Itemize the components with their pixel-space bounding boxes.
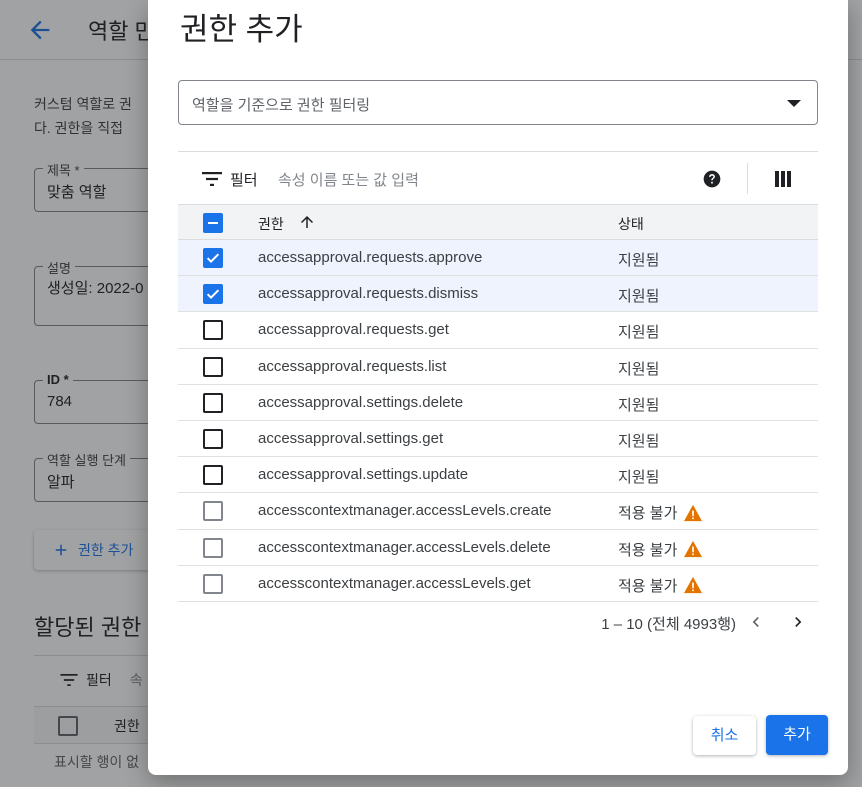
table-row[interactable]: accessapproval.requests.approve 지원됨 <box>178 240 818 277</box>
permission-name: accesscontextmanager.accessLevels.delete <box>258 538 551 556</box>
row-checkbox[interactable] <box>203 248 223 268</box>
status-text: 지원됨 <box>618 288 660 306</box>
row-checkbox[interactable] <box>203 428 223 449</box>
row-checkbox[interactable] <box>203 392 223 413</box>
column-status[interactable]: 상태 <box>618 214 644 234</box>
table-row[interactable]: accesscontextmanager.accessLevels.create… <box>178 493 818 530</box>
status-cell: 지원됨 <box>618 394 659 415</box>
status-cell: 적용 불가 <box>618 575 703 596</box>
status-text: 적용 불가 <box>618 541 678 559</box>
status-cell: 지원됨 <box>618 466 659 487</box>
status-text: 지원됨 <box>618 396 660 414</box>
permission-name: accessapproval.settings.update <box>258 466 469 484</box>
status-cell: 지원됨 <box>618 358 659 379</box>
permission-name: accessapproval.requests.approve <box>258 249 483 266</box>
status-cell: 지원됨 <box>618 285 659 306</box>
permission-name: accessapproval.settings.delete <box>258 393 464 411</box>
status-text: 적용 불가 <box>618 577 678 595</box>
table-row[interactable]: accesscontextmanager.accessLevels.get 적용 … <box>178 566 818 602</box>
permissions-table: 권한 상태 accessapproval.requests.approve 지원됨… <box>178 204 818 602</box>
permission-name: accessapproval.requests.dismiss <box>258 285 479 303</box>
status-text: 지원됨 <box>618 432 660 450</box>
status-text: 지원됨 <box>618 360 660 378</box>
table-row[interactable]: accesscontextmanager.accessLevels.delete… <box>178 530 818 566</box>
warning-icon <box>684 504 703 521</box>
dialog-title: 권한 추가 <box>180 12 303 47</box>
permission-name: accessapproval.requests.get <box>258 321 449 339</box>
select-all-checkbox[interactable] <box>203 213 223 233</box>
warning-icon <box>684 540 703 558</box>
permission-name: accesscontextmanager.accessLevels.create <box>258 502 552 520</box>
cancel-button[interactable]: 취소 <box>693 716 756 755</box>
status-text: 지원됨 <box>618 324 660 342</box>
status-text: 지원됨 <box>618 252 660 269</box>
permission-name: accessapproval.requests.list <box>258 357 447 375</box>
row-checkbox[interactable] <box>203 465 223 486</box>
table-row[interactable]: accessapproval.settings.delete 지원됨 <box>178 385 818 421</box>
row-checkbox[interactable] <box>203 284 223 305</box>
row-checkbox[interactable] <box>203 356 223 377</box>
toolbar-divider <box>747 163 748 194</box>
role-filter-placeholder: 역할을 기준으로 권한 필터링 <box>192 97 371 114</box>
status-cell: 적용 불가 <box>618 539 703 560</box>
sort-ascending-arrow-icon[interactable] <box>298 213 316 231</box>
row-checkbox[interactable] <box>203 537 223 558</box>
filter-input[interactable]: 속성 이름 또는 값 입력 <box>278 169 419 190</box>
row-checkbox[interactable] <box>203 573 223 594</box>
row-checkbox[interactable] <box>203 501 223 522</box>
filter-bar: 필터 속성 이름 또는 값 입력 <box>178 151 818 204</box>
column-permission[interactable]: 권한 <box>258 214 284 234</box>
add-button[interactable]: 추가 <box>766 715 828 755</box>
indeterminate-icon <box>208 222 218 224</box>
chevron-left-icon[interactable] <box>746 612 766 632</box>
columns-icon[interactable] <box>774 170 792 188</box>
status-cell: 지원됨 <box>618 321 659 342</box>
row-checkbox[interactable] <box>203 320 223 341</box>
table-header: 권한 상태 <box>178 204 818 240</box>
check-icon <box>206 253 220 264</box>
role-filter-select[interactable]: 역할을 기준으로 권한 필터링 <box>178 80 818 125</box>
warning-icon <box>684 577 703 594</box>
help-icon[interactable] <box>702 169 722 189</box>
check-icon <box>206 289 220 300</box>
table-row[interactable]: accessapproval.settings.get 지원됨 <box>178 421 818 458</box>
add-permissions-dialog: 권한 추가 역할을 기준으로 권한 필터링 필터 속성 이름 또는 값 입력 권… <box>148 0 848 775</box>
dropdown-arrow-icon <box>787 100 801 107</box>
filter-icon[interactable] <box>202 172 222 186</box>
chevron-right-icon[interactable] <box>788 612 808 632</box>
permission-name: accesscontextmanager.accessLevels.get <box>258 574 531 592</box>
table-row[interactable]: accessapproval.requests.list 지원됨 <box>178 349 818 385</box>
table-row[interactable]: accessapproval.requests.dismiss 지원됨 <box>178 276 818 313</box>
filter-label[interactable]: 필터 <box>230 169 258 190</box>
status-cell: 적용 불가 <box>618 502 703 523</box>
table-body: accessapproval.requests.approve 지원됨 access… <box>178 240 818 602</box>
pagination-range: 1 – 10 (전체 4993행) <box>601 616 736 633</box>
status-text: 적용 불가 <box>618 505 678 523</box>
permission-name: accessapproval.settings.get <box>258 429 444 447</box>
status-cell: 지원됨 <box>618 430 659 451</box>
table-row[interactable]: accessapproval.settings.update 지원됨 <box>178 457 818 494</box>
pagination: 1 – 10 (전체 4993행) <box>178 606 818 638</box>
table-row[interactable]: accessapproval.requests.get 지원됨 <box>178 312 818 349</box>
status-cell: 지원됨 <box>618 249 659 270</box>
status-text: 지원됨 <box>618 469 660 487</box>
